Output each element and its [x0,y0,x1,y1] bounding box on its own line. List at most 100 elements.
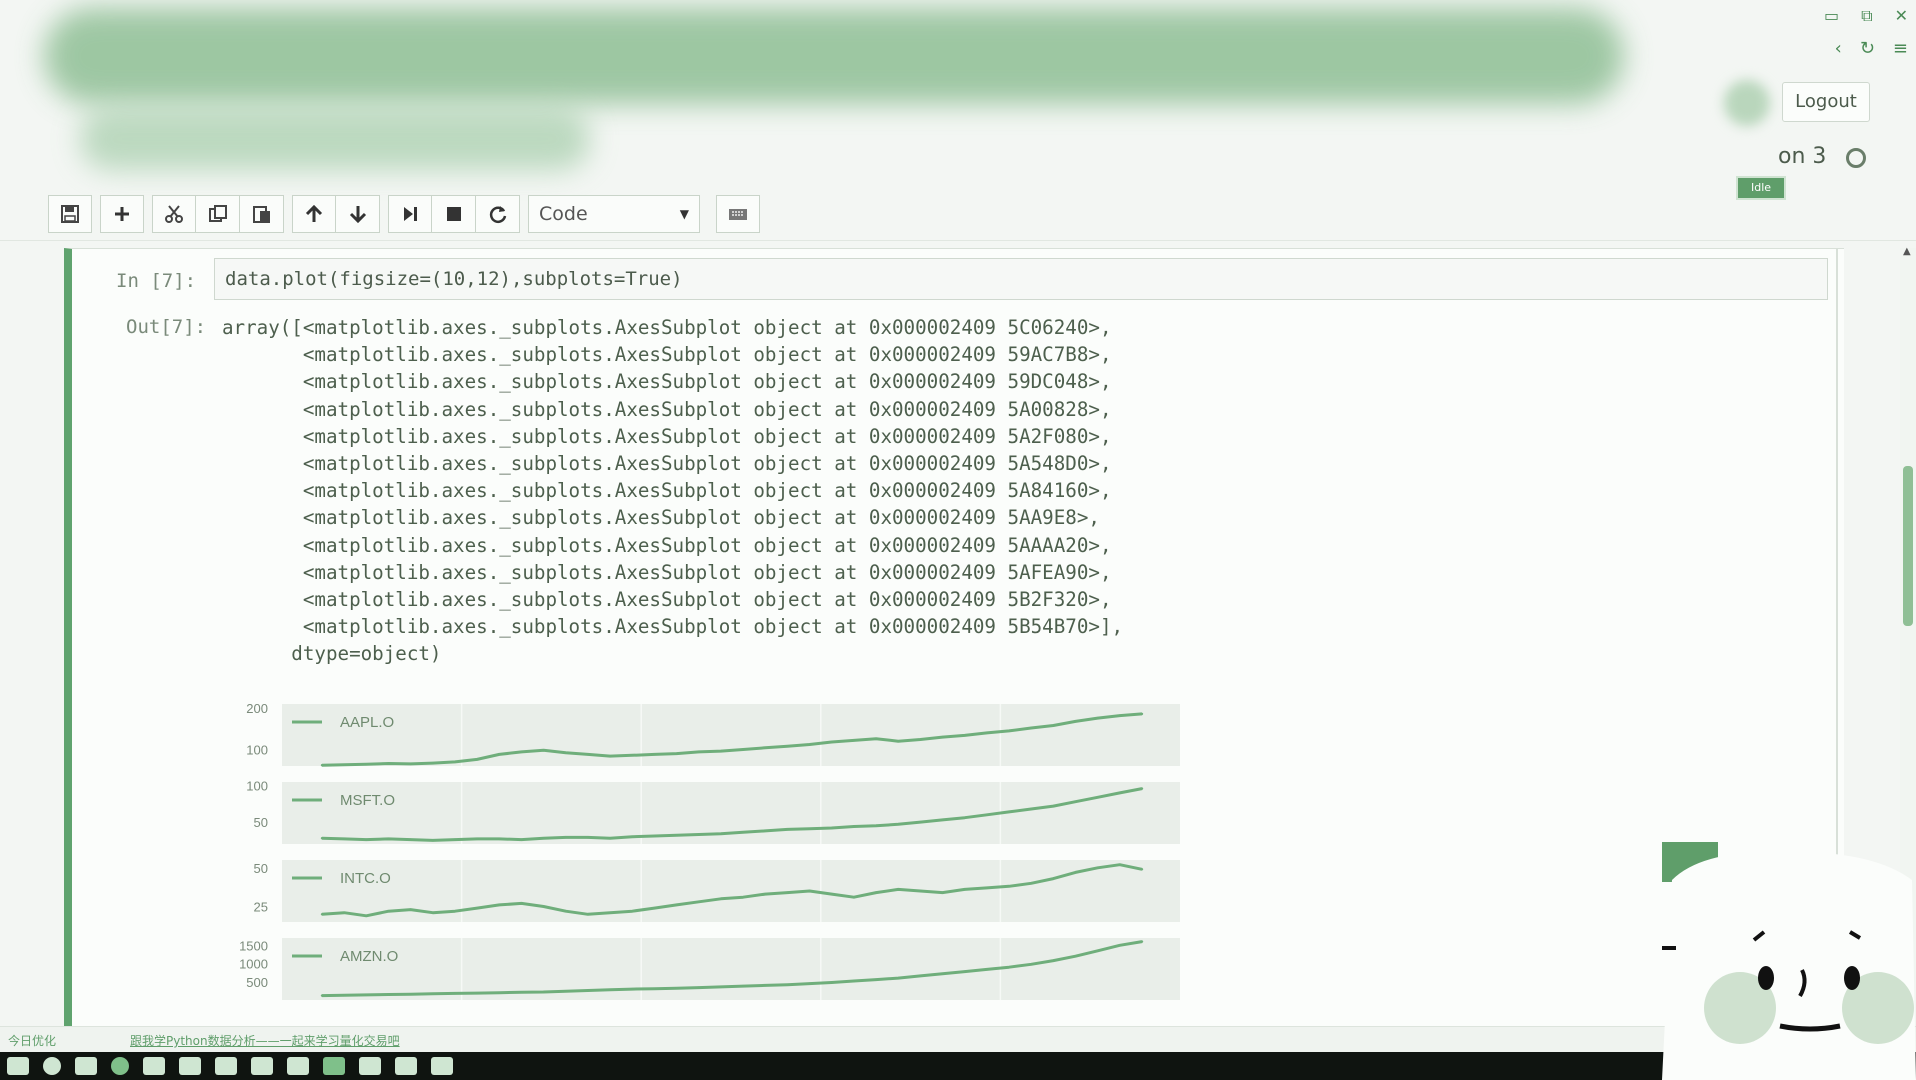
arrow-up-icon [305,204,323,222]
scroll-up-icon[interactable]: ▲ [1903,246,1911,257]
data-point [564,836,567,839]
notebook-toolbar: Code ▼ [48,194,760,234]
data-point [830,981,833,984]
app-icon[interactable] [359,1057,381,1075]
scrollbar-thumb[interactable] [1903,466,1913,626]
data-point [409,993,412,996]
minimize-icon[interactable]: ▭ [1824,6,1839,26]
plus-icon [115,207,129,221]
data-point [741,896,745,899]
data-point [897,976,900,980]
data-point [320,913,324,916]
app-icon[interactable] [215,1057,237,1075]
move-up-button[interactable] [292,195,336,233]
data-point [963,888,966,891]
back-icon[interactable]: ‹ [1835,38,1842,59]
data-point [1052,877,1055,880]
cut-icon [165,205,183,223]
search-icon[interactable] [43,1057,61,1075]
data-point [653,834,656,838]
data-point [608,911,612,914]
data-point [409,762,412,766]
interrupt-button[interactable] [432,195,476,233]
data-point [963,816,966,819]
data-point [1007,885,1011,888]
paste-icon [252,206,270,223]
app-icon[interactable] [431,1057,453,1075]
data-point [431,911,434,914]
save-button[interactable] [48,195,92,233]
data-point [741,984,745,988]
close-icon[interactable]: ✕ [1895,6,1908,26]
save-icon [61,205,79,223]
data-point [365,838,368,841]
start-icon[interactable] [7,1057,29,1075]
app-icon[interactable] [287,1057,309,1075]
move-down-button[interactable] [336,195,380,233]
data-point [608,837,612,840]
cell-type-select[interactable]: Code ▼ [528,195,700,233]
kernel-tooltip: Idle [1736,176,1786,200]
app-icon[interactable] [323,1057,345,1075]
data-point [941,972,944,975]
data-point [919,738,922,741]
data-point [542,990,545,994]
browser-icon[interactable] [111,1057,129,1075]
folder-icon[interactable] [143,1057,165,1075]
data-point [764,892,767,896]
data-point [631,910,634,913]
mascot-face-overlay [1662,851,1916,1080]
notebook-menubar-blurred [80,108,590,170]
insert-cell-button[interactable] [100,195,144,233]
legend-label: MSFT.O [340,792,395,809]
data-point [764,829,767,833]
data-point [741,748,745,751]
data-point [675,903,678,907]
data-point [564,910,567,913]
task-view-icon[interactable] [75,1057,97,1075]
data-point [675,752,678,755]
cut-button[interactable] [152,195,196,233]
refresh-icon[interactable]: ↻ [1860,38,1875,59]
paste-button[interactable] [240,195,284,233]
logout-button[interactable]: Logout [1782,82,1870,122]
data-point [653,906,656,910]
run-button[interactable] [388,195,432,233]
app-icon[interactable] [395,1057,417,1075]
legend-label: AAPL.O [340,714,394,731]
restart-button[interactable] [476,195,520,233]
status-message-link[interactable]: 跟我学Python数据分析——一起来学习量化交易吧 [130,1032,400,1049]
data-point [1140,712,1144,716]
data-point [608,988,612,991]
run-icon [404,207,417,221]
data-point [786,891,789,894]
command-palette-button[interactable] [716,195,760,233]
data-point [542,837,545,840]
restore-icon[interactable]: ⧉ [1861,6,1872,26]
data-point [365,763,368,766]
subplot-panel [282,782,1180,844]
stop-icon [446,207,461,221]
data-point [1052,724,1055,727]
input-prompt: In [7]: [116,270,197,292]
data-point [1096,796,1099,799]
data-point [985,731,989,735]
cell-type-value: Code [539,203,588,225]
code-input[interactable]: data.plot(figsize=(10,12),subplots=True) [214,258,1828,300]
y-tick-label: 50 [254,815,268,830]
data-point [1118,714,1121,717]
data-point [387,993,390,996]
data-point [719,749,723,753]
copy-button[interactable] [196,195,240,233]
data-point [498,903,501,907]
app-icon[interactable] [179,1057,201,1075]
data-point [719,897,723,900]
data-point [852,825,856,828]
data-point [985,886,989,890]
data-point [897,888,900,891]
menu-icon[interactable]: ≡ [1893,38,1908,59]
data-point [697,833,700,836]
data-point [764,746,767,749]
app-icon[interactable] [251,1057,273,1075]
data-point [520,991,523,994]
